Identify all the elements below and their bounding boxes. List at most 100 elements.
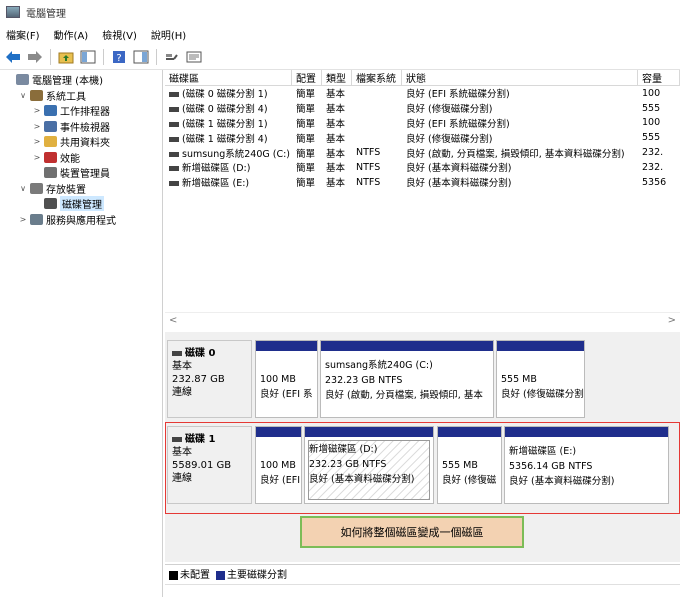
cell-text: 新增磁碟區 (E:) [182, 178, 250, 190]
action-pane-icon[interactable] [132, 48, 150, 66]
tree-item-label: 事件檢視器 [60, 122, 110, 134]
unallocated-swatch [169, 570, 178, 580]
table-cell: 良好 (EFI 系統磁碟分割) [402, 116, 638, 130]
cell-text: 232. [642, 147, 664, 159]
legend-item: 未配置 [169, 566, 210, 581]
menu-help[interactable]: 說明(H) [151, 27, 186, 42]
tree-item[interactable]: > 事件檢視器 [0, 119, 162, 135]
table-cell: 100 [638, 117, 680, 128]
table-cell: 232. [638, 147, 680, 158]
primary-partition-bar [256, 341, 317, 351]
table-cell: 基本 [322, 101, 352, 115]
volume-icon [169, 136, 179, 142]
table-cell: 100 [638, 88, 680, 99]
partition-block[interactable]: 100 MB 良好 (EFI 系 [255, 340, 318, 418]
table-cell: 基本 [322, 86, 352, 100]
menu-view[interactable]: 檢視(V) [102, 27, 137, 42]
table-cell: (磁碟 0 磁碟分割 4) [165, 101, 292, 115]
table-row[interactable]: (磁碟 0 磁碟分割 1) 簡單 基本 良好 (EFI 系統磁碟分割) 100 [165, 86, 680, 101]
scroll-left-icon[interactable]: < [169, 315, 177, 326]
table-cell: 簡單 [292, 175, 322, 189]
properties-icon[interactable] [185, 48, 203, 66]
tree-item[interactable]: 電腦管理 (本機) [0, 72, 162, 88]
table-cell: 良好 (EFI 系統磁碟分割) [402, 86, 638, 100]
column-header-filesystem[interactable]: 檔案系統 [352, 70, 402, 85]
horizontal-scrollbar[interactable]: < > [165, 312, 680, 328]
cell-text: 基本 [326, 178, 346, 190]
column-header-status[interactable]: 狀態 [402, 70, 638, 85]
cell-text: 5356 [642, 176, 667, 188]
tree-item[interactable]: > 服務與應用程式 [0, 212, 162, 228]
table-row[interactable]: (磁碟 1 磁碟分割 1) 簡單 基本 良好 (EFI 系統磁碟分割) 100 [165, 116, 680, 131]
disk-row: 磁碟 0 基本 232.87 GB 連線 100 MB 良好 (EFI 系 su… [167, 340, 680, 418]
tree-item[interactable]: > 效能 [0, 150, 162, 166]
cell-text: (磁碟 1 磁碟分割 4) [182, 133, 268, 145]
expand-icon[interactable]: > [32, 153, 42, 162]
tree-node-icon [44, 136, 57, 148]
menu-bar: 檔案(F) 動作(A) 檢視(V) 說明(H) [0, 24, 680, 44]
cell-text: 基本 [326, 118, 346, 130]
volume-icon [169, 181, 179, 187]
table-row[interactable]: (磁碟 0 磁碟分割 4) 簡單 基本 良好 (修復磁碟分割) 555 [165, 101, 680, 116]
table-row[interactable]: 新增磁碟區 (D:) 簡單 基本 NTFS 良好 (基本資料磁碟分割) 232. [165, 160, 680, 175]
back-arrow-icon[interactable] [4, 48, 22, 66]
cell-text: 基本 [326, 148, 346, 160]
toolbar-separator [50, 48, 51, 65]
collapse-icon[interactable]: ∨ [18, 184, 28, 193]
partition-status: 良好 (EFI 系 [260, 389, 313, 400]
table-row[interactable]: sumsung系統240G (C:) 簡單 基本 NTFS 良好 (啟動, 分頁檔案, … [165, 145, 680, 160]
column-header-type[interactable]: 類型 [322, 70, 352, 85]
menu-action[interactable]: 動作(A) [54, 27, 89, 42]
tree-item[interactable]: ∨ 存放裝置 [0, 181, 162, 197]
tree-node-icon [30, 213, 43, 225]
collapse-icon[interactable]: ∨ [18, 91, 28, 100]
expand-icon[interactable]: > [18, 215, 28, 224]
cell-text: 100 [642, 87, 661, 99]
expand-icon[interactable]: > [32, 137, 42, 146]
column-header-capacity[interactable]: 容量 [638, 70, 680, 85]
tree-item[interactable]: ∨ 系統工具 [0, 88, 162, 104]
disk-info[interactable]: 磁碟 0 基本 232.87 GB 連線 [167, 340, 252, 418]
table-cell: 良好 (基本資料磁碟分割) [402, 160, 638, 174]
forward-arrow-icon[interactable] [26, 48, 44, 66]
volume-rows: (磁碟 0 磁碟分割 1) 簡單 基本 良好 (EFI 系統磁碟分割) 100 (磁碟 0… [165, 86, 680, 190]
volume-icon [169, 107, 179, 113]
disk-status: 連線 [172, 387, 192, 398]
table-row[interactable]: 新增磁碟區 (E:) 簡單 基本 NTFS 良好 (基本資料磁碟分割) 5356 [165, 175, 680, 190]
table-cell: (磁碟 1 磁碟分割 1) [165, 116, 292, 130]
partition-block[interactable]: 555 MB 良好 (修復磁碟分割) [496, 340, 585, 418]
tree-item[interactable]: 磁碟管理 [0, 196, 162, 212]
tree-item[interactable]: 裝置管理員 [0, 165, 162, 181]
folder-up-icon[interactable] [57, 48, 75, 66]
column-header-volume[interactable]: 磁碟區 [165, 70, 292, 85]
column-header-layout[interactable]: 配置 [292, 70, 322, 85]
tree-item[interactable]: > 共用資料夾 [0, 134, 162, 150]
partition-title: sumsang系統240G (C:) [325, 360, 433, 371]
expand-icon[interactable]: > [32, 106, 42, 115]
tree-item[interactable]: > 工作排程器 [0, 103, 162, 119]
tree-item-label: 存放裝置 [46, 184, 86, 196]
toolbar: ? [0, 44, 680, 70]
table-row[interactable]: (磁碟 1 磁碟分割 4) 簡單 基本 良好 (修復磁碟分割) 555 [165, 130, 680, 145]
bottom-scrollbar[interactable] [165, 584, 680, 597]
cell-text: 良好 (EFI 系統磁碟分割) [406, 89, 510, 101]
connect-icon[interactable] [163, 48, 181, 66]
table-cell: sumsung系統240G (C:) [165, 146, 292, 160]
menu-file[interactable]: 檔案(F) [6, 27, 40, 42]
cell-text: (磁碟 1 磁碟分割 1) [182, 118, 268, 130]
cell-text: 良好 (啟動, 分頁檔案, 損毀傾印, 基本資料磁碟分割) [406, 148, 625, 160]
cell-text: 簡單 [296, 104, 316, 116]
title-bar: 電腦管理 [0, 0, 680, 24]
console-tree-icon[interactable] [79, 48, 97, 66]
tree-node-icon [44, 198, 57, 210]
table-cell: 簡單 [292, 116, 322, 130]
partition-block[interactable]: sumsang系統240G (C:) 232.23 GB NTFS 良好 (啟動… [320, 340, 494, 418]
help-icon[interactable]: ? [110, 48, 128, 66]
table-cell: 基本 [322, 131, 352, 145]
expand-icon[interactable]: > [32, 122, 42, 131]
window-title: 電腦管理 [26, 8, 66, 20]
cell-text: 簡單 [296, 148, 316, 160]
toolbar-separator [103, 48, 104, 65]
scroll-right-icon[interactable]: > [668, 315, 676, 326]
tree-item-label: 效能 [60, 153, 80, 165]
